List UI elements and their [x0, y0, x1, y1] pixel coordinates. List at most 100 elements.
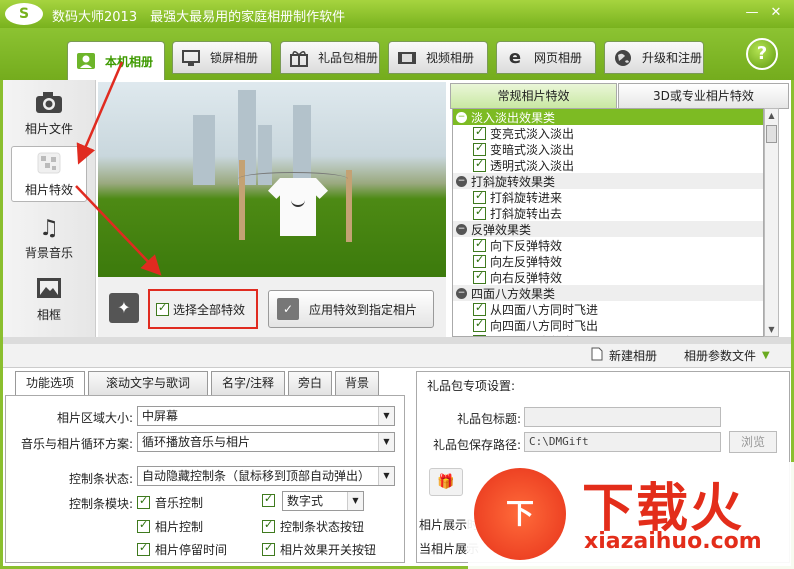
effect-item[interactable]: 向左反弹特效: [453, 253, 763, 269]
digital-style-select[interactable]: 数字式 ▼: [282, 491, 364, 511]
browse-button[interactable]: 浏览: [729, 431, 777, 453]
checkbox-icon[interactable]: [137, 518, 150, 533]
checkmark-icon: ✓: [277, 298, 299, 320]
photo-control-checkbox[interactable]: 相片控制: [137, 518, 203, 535]
effect-item[interactable]: 从四面八方同时飞进: [453, 301, 763, 317]
tab-gift-album[interactable]: 礼品包相册: [280, 41, 380, 74]
tab-web-album[interactable]: e 网页相册: [496, 41, 596, 74]
scroll-up-icon[interactable]: ▲: [765, 109, 778, 122]
effect-category[interactable]: − 四面八方效果类: [453, 285, 763, 301]
apply-effects-button[interactable]: ✓ 应用特效到指定相片: [268, 290, 434, 328]
effect-item-label: 向右反弹特效: [490, 270, 563, 285]
effect-category-label: 淡入淡出效果类: [471, 110, 556, 125]
close-button[interactable]: ✕: [766, 3, 786, 23]
tab-lockscreen-album[interactable]: 锁屏相册: [172, 41, 272, 74]
gift-title-label: 礼品包标题:: [456, 412, 521, 426]
apply-effects-label: 应用特效到指定相片: [309, 302, 418, 317]
checkbox-icon[interactable]: [473, 125, 486, 140]
effect-item[interactable]: 向四面八方同时飞出: [453, 317, 763, 333]
checkbox-icon[interactable]: [473, 189, 486, 204]
tab-narration[interactable]: 旁白: [288, 371, 332, 395]
checkbox-icon[interactable]: [473, 317, 486, 332]
effect-item-label: 变亮式淡入淡出: [490, 126, 575, 141]
collapse-icon[interactable]: −: [456, 175, 467, 187]
globe-icon: [613, 49, 633, 67]
checkbox-icon[interactable]: [262, 518, 275, 533]
checkbox-icon[interactable]: [262, 492, 275, 507]
tab-label: 礼品包相册: [318, 51, 379, 65]
collapse-icon[interactable]: −: [456, 223, 467, 235]
select-all-effects-checkbox[interactable]: 选择全部特效: [148, 289, 258, 329]
collapse-icon[interactable]: −: [456, 111, 467, 123]
sidebar-item-frame[interactable]: 相框: [11, 272, 87, 328]
new-album-button[interactable]: 新建相册: [591, 347, 657, 364]
effect-item-label: 打斜旋转出去: [490, 206, 563, 221]
checkbox-icon[interactable]: [473, 205, 486, 220]
effect-switch-checkbox[interactable]: 相片效果开关按钮: [262, 541, 376, 558]
tab-video-album[interactable]: 视频相册: [388, 41, 488, 74]
chevron-down-icon[interactable]: ▼: [378, 433, 394, 451]
app-title: 数码大师2013 最强大最易用的家庭相册制作软件: [52, 10, 346, 25]
effect-item[interactable]: 向下反弹特效: [453, 237, 763, 253]
effect-item[interactable]: 透明式淡入淡出: [453, 157, 763, 173]
chevron-down-icon[interactable]: ▼: [347, 492, 363, 510]
chevron-down-icon[interactable]: ▼: [378, 467, 394, 485]
checkbox-icon[interactable]: [473, 253, 486, 268]
control-state-select[interactable]: 自动隐藏控制条（鼠标移到顶部自动弹出） ▼: [137, 466, 395, 486]
album-params-label: 相册参数文件: [684, 349, 757, 363]
collapse-icon[interactable]: −: [456, 287, 467, 299]
checkbox-icon[interactable]: [156, 301, 169, 316]
gift-title-input[interactable]: [524, 407, 721, 427]
effect-item[interactable]: 打斜旋转出去: [453, 205, 763, 221]
digital-style-checkbox[interactable]: [262, 492, 275, 507]
effect-item[interactable]: 打斜旋转进来: [453, 189, 763, 205]
help-button[interactable]: ?: [746, 38, 778, 70]
sidebar-item-background-music[interactable]: ♫ 背景音乐: [11, 210, 87, 266]
music-control-checkbox[interactable]: 音乐控制: [137, 494, 203, 511]
function-options-panel: 相片区域大小: 中屏幕 ▼ 音乐与相片循环方案: 循环播放音乐与相片 ▼ 控制条…: [5, 395, 405, 563]
album-params-button[interactable]: 相册参数文件 ▼: [684, 347, 770, 364]
checkbox-icon[interactable]: [473, 157, 486, 172]
checkbox-icon[interactable]: [473, 301, 486, 316]
sidebar-item-photo-files[interactable]: 相片文件: [11, 86, 87, 142]
gift-icon[interactable]: 🎁: [429, 468, 463, 496]
sidebar-item-photo-effects[interactable]: 相片特效: [11, 146, 87, 202]
checkbox-icon[interactable]: [473, 237, 486, 252]
checkbox-icon[interactable]: [262, 541, 275, 556]
frame-icon: [11, 276, 87, 306]
tab-function-options[interactable]: 功能选项: [15, 371, 85, 395]
checkbox-icon[interactable]: [473, 141, 486, 156]
status-button-checkbox[interactable]: 控制条状态按钮: [262, 518, 364, 535]
watermark-url: xiazaihuo.com: [584, 529, 762, 554]
effect-list-scrollbar[interactable]: ▲ ▼: [764, 108, 779, 337]
effect-item[interactable]: 变暗式淡入淡出: [453, 141, 763, 157]
chevron-down-icon[interactable]: ▼: [378, 407, 394, 425]
minimize-button[interactable]: —: [742, 3, 762, 23]
effect-category[interactable]: − 打斜旋转效果类: [453, 173, 763, 189]
scroll-down-icon[interactable]: ▼: [765, 323, 778, 336]
tab-background[interactable]: 背景: [335, 371, 379, 395]
gift-path-input[interactable]: C:\DMGift: [524, 432, 721, 452]
music-control-label: 音乐控制: [155, 496, 204, 510]
effect-list[interactable]: −淡入淡出效果类变亮式淡入淡出变暗式淡入淡出透明式淡入淡出−打斜旋转效果类打斜旋…: [452, 108, 764, 337]
effect-category[interactable]: − 淡入淡出效果类: [453, 109, 763, 125]
loop-scheme-select[interactable]: 循环播放音乐与相片 ▼: [137, 432, 395, 452]
tab-3d-effects[interactable]: 3D或专业相片特效: [618, 83, 789, 109]
photo-size-select[interactable]: 中屏幕 ▼: [137, 406, 395, 426]
tab-label: 视频相册: [426, 51, 475, 65]
photo-stay-checkbox[interactable]: 相片停留时间: [137, 541, 227, 558]
tab-scrolling-text-lyrics[interactable]: 滚动文字与歌词: [88, 371, 208, 395]
film-icon: [397, 49, 417, 67]
tab-local-album[interactable]: 本机相册: [67, 41, 165, 80]
tab-name-notes[interactable]: 名字/注释: [211, 371, 285, 395]
loop-scheme-label: 音乐与相片循环方案:: [20, 437, 133, 451]
scrollbar-thumb[interactable]: [766, 125, 777, 143]
checkbox-icon[interactable]: [137, 494, 150, 509]
effect-item[interactable]: 向右反弹特效: [453, 269, 763, 285]
tab-upgrade-register[interactable]: 升级和注册: [604, 41, 704, 74]
checkbox-icon[interactable]: [473, 269, 486, 284]
tab-normal-effects[interactable]: 常规相片特效: [450, 83, 617, 109]
checkbox-icon[interactable]: [137, 541, 150, 556]
effect-item[interactable]: 变亮式淡入淡出: [453, 125, 763, 141]
effect-category[interactable]: − 反弹效果类: [453, 221, 763, 237]
